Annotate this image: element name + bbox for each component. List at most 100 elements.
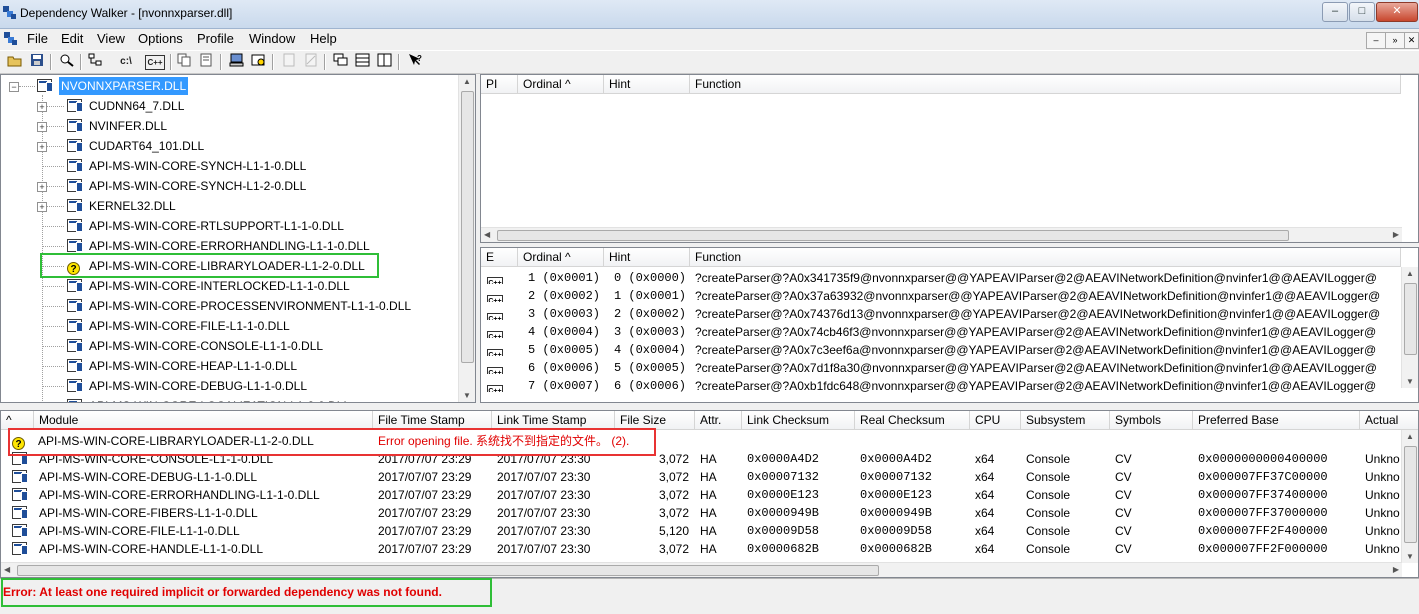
menu-file[interactable]: File (27, 31, 48, 46)
cpu[interactable]: x64 (975, 468, 1020, 486)
export-hint[interactable]: 1 (0x0001) (604, 287, 686, 305)
imports-col-pi[interactable]: PI (481, 75, 518, 94)
imports-col-hint[interactable]: Hint (604, 75, 690, 94)
attr[interactable]: HA (700, 504, 741, 522)
exports-vertical-scrollbar[interactable]: ▲ ▼ (1401, 267, 1418, 388)
tree-scroll-thumb[interactable] (461, 91, 474, 363)
export-ordinal[interactable]: 3 (0x0003) (518, 305, 600, 323)
mdi-restore-button[interactable]: » (1385, 32, 1405, 49)
export-hint[interactable]: 6 (0x0006) (604, 377, 686, 395)
export-function[interactable]: ?createParser@?A0xb1fdc648@nvonnxparser@… (695, 377, 1400, 395)
save-icon[interactable] (28, 53, 46, 70)
export-ordinal[interactable]: 2 (0x0002) (518, 287, 600, 305)
export-function[interactable]: ?createParser@?A0x7d1f8a30@nvonnxparser@… (695, 359, 1400, 377)
module-name[interactable]: API-MS-WIN-CORE-ERRORHANDLING-L1-1-0.DLL (39, 486, 372, 504)
link-time-stamp[interactable]: 2017/07/07 23:30 (497, 540, 614, 558)
tree-expand-toggle[interactable]: + (37, 202, 47, 212)
cpu[interactable]: x64 (975, 540, 1020, 558)
symbols[interactable]: CV (1115, 450, 1192, 468)
exports-pane[interactable]: E Ordinal ^ Hint Function C++ 1 (0x0001) 0… (480, 247, 1419, 403)
link-checksum[interactable]: 0x00009D58 (747, 522, 854, 540)
tree-vertical-scrollbar[interactable]: ▲ ▼ (458, 75, 475, 402)
tree-icon[interactable] (87, 53, 105, 70)
link-time-stamp[interactable]: 2017/07/07 23:30 (497, 468, 614, 486)
preferred-base[interactable]: 0x000007FF37000000 (1198, 504, 1359, 522)
view-horizontal-icon[interactable] (354, 53, 372, 70)
copy-icon[interactable] (176, 53, 194, 70)
export-function[interactable]: ?createParser@?A0x74376d13@nvonnxparser@… (695, 305, 1400, 323)
file-time-stamp[interactable]: 2017/07/07 23:29 (378, 504, 491, 522)
tree-expand-toggle[interactable]: + (37, 142, 47, 152)
modules-col-actual[interactable]: Actual (1360, 411, 1418, 430)
view-vertical-icon[interactable] (376, 53, 394, 70)
symbols[interactable]: CV (1115, 486, 1192, 504)
tree-expand-toggle[interactable]: + (37, 102, 47, 112)
menu-window[interactable]: Window (249, 31, 295, 46)
symbols[interactable]: CV (1115, 504, 1192, 522)
link-checksum[interactable]: 0x0000682B (747, 540, 854, 558)
module-name[interactable]: API-MS-WIN-CORE-FIBERS-L1-1-0.DLL (39, 504, 372, 522)
find-icon[interactable] (58, 53, 76, 70)
menu-help[interactable]: Help (310, 31, 337, 46)
subsystem[interactable]: Console (1026, 540, 1109, 558)
subsystem[interactable]: Console (1026, 486, 1109, 504)
imports-hscroll-thumb[interactable] (497, 230, 1289, 241)
preferred-base[interactable]: 0x000007FF2F400000 (1198, 522, 1359, 540)
modules-col-link-checksum[interactable]: Link Checksum (742, 411, 855, 430)
exports-col-e[interactable]: E (481, 248, 518, 267)
modules-col-attr[interactable]: Attr. (695, 411, 742, 430)
dependency-tree-pane[interactable]: NVONNXPARSER.DLL − + CUDNN64_7.DLL + NVINFER.… (0, 74, 476, 403)
export-hint[interactable]: 4 (0x0004) (604, 341, 686, 359)
imports-col-ordinal[interactable]: Ordinal ^ (518, 75, 604, 94)
close-button[interactable]: ✕ (1376, 2, 1418, 22)
preferred-base[interactable]: 0x000007FF37400000 (1198, 486, 1359, 504)
exports-col-function[interactable]: Function (690, 248, 1401, 267)
c-path-icon[interactable]: c:\ (117, 53, 135, 70)
attr[interactable]: HA (700, 540, 741, 558)
symbols[interactable]: CV (1115, 540, 1192, 558)
file-time-stamp[interactable]: 2017/07/07 23:29 (378, 486, 491, 504)
modules-col-cpu[interactable]: CPU (970, 411, 1021, 430)
symbols[interactable]: CV (1115, 522, 1192, 540)
menu-view[interactable]: View (97, 31, 125, 46)
open-icon[interactable] (6, 53, 24, 70)
tree-expand-toggle[interactable]: + (37, 182, 47, 192)
imports-pane[interactable]: PI Ordinal ^ Hint Function ◀ ▶ (480, 74, 1419, 243)
export-function[interactable]: ?createParser@?A0x341735f9@nvonnxparser@… (695, 269, 1400, 287)
modules-vertical-scrollbar[interactable]: ▲ ▼ (1401, 430, 1418, 563)
export-hint[interactable]: 5 (0x0005) (604, 359, 686, 377)
attr[interactable]: HA (700, 522, 741, 540)
export-hint[interactable]: 2 (0x0002) (604, 305, 686, 323)
export-hint[interactable]: 3 (0x0003) (604, 323, 686, 341)
link-time-stamp[interactable]: 2017/07/07 23:30 (497, 504, 614, 522)
export-ordinal[interactable]: 7 (0x0007) (518, 377, 600, 395)
cpp-icon[interactable]: C++ (145, 55, 165, 70)
attr[interactable]: HA (700, 450, 741, 468)
link-time-stamp[interactable]: 2017/07/07 23:30 (497, 486, 614, 504)
subsystem[interactable]: Console (1026, 450, 1109, 468)
modules-vscroll-thumb[interactable] (1404, 446, 1417, 543)
module-name[interactable]: API-MS-WIN-CORE-HANDLE-L1-1-0.DLL (39, 540, 372, 558)
subsystem[interactable]: Console (1026, 468, 1109, 486)
exports-vscroll-thumb[interactable] (1404, 283, 1417, 355)
tree-root-collapse-toggle[interactable]: − (9, 82, 19, 92)
export-ordinal[interactable]: 4 (0x0004) (518, 323, 600, 341)
link-checksum[interactable]: 0x0000949B (747, 504, 854, 522)
view-expand-icon[interactable] (250, 53, 268, 70)
preferred-base[interactable]: 0x000007FF2F000000 (1198, 540, 1359, 558)
cpu[interactable]: x64 (975, 450, 1020, 468)
real-checksum[interactable]: 0x0000A4D2 (860, 450, 969, 468)
mdi-minimize-button[interactable]: – (1366, 32, 1386, 49)
file-time-stamp[interactable]: 2017/07/07 23:29 (378, 522, 491, 540)
module-name[interactable]: API-MS-WIN-CORE-DEBUG-L1-1-0.DLL (39, 468, 372, 486)
export-function[interactable]: ?createParser@?A0x37a63932@nvonnxparser@… (695, 287, 1400, 305)
link-time-stamp[interactable]: 2017/07/07 23:30 (497, 522, 614, 540)
export-function[interactable]: ?createParser@?A0x74cb46f3@nvonnxparser@… (695, 323, 1400, 341)
minimize-button[interactable]: – (1322, 2, 1348, 22)
real-checksum[interactable]: 0x00007132 (860, 468, 969, 486)
real-checksum[interactable]: 0x00009D58 (860, 522, 969, 540)
imports-col-function[interactable]: Function (690, 75, 1401, 94)
real-checksum[interactable]: 0x0000E123 (860, 486, 969, 504)
modules-hscroll-thumb[interactable] (17, 565, 879, 576)
exports-col-hint[interactable]: Hint (604, 248, 690, 267)
